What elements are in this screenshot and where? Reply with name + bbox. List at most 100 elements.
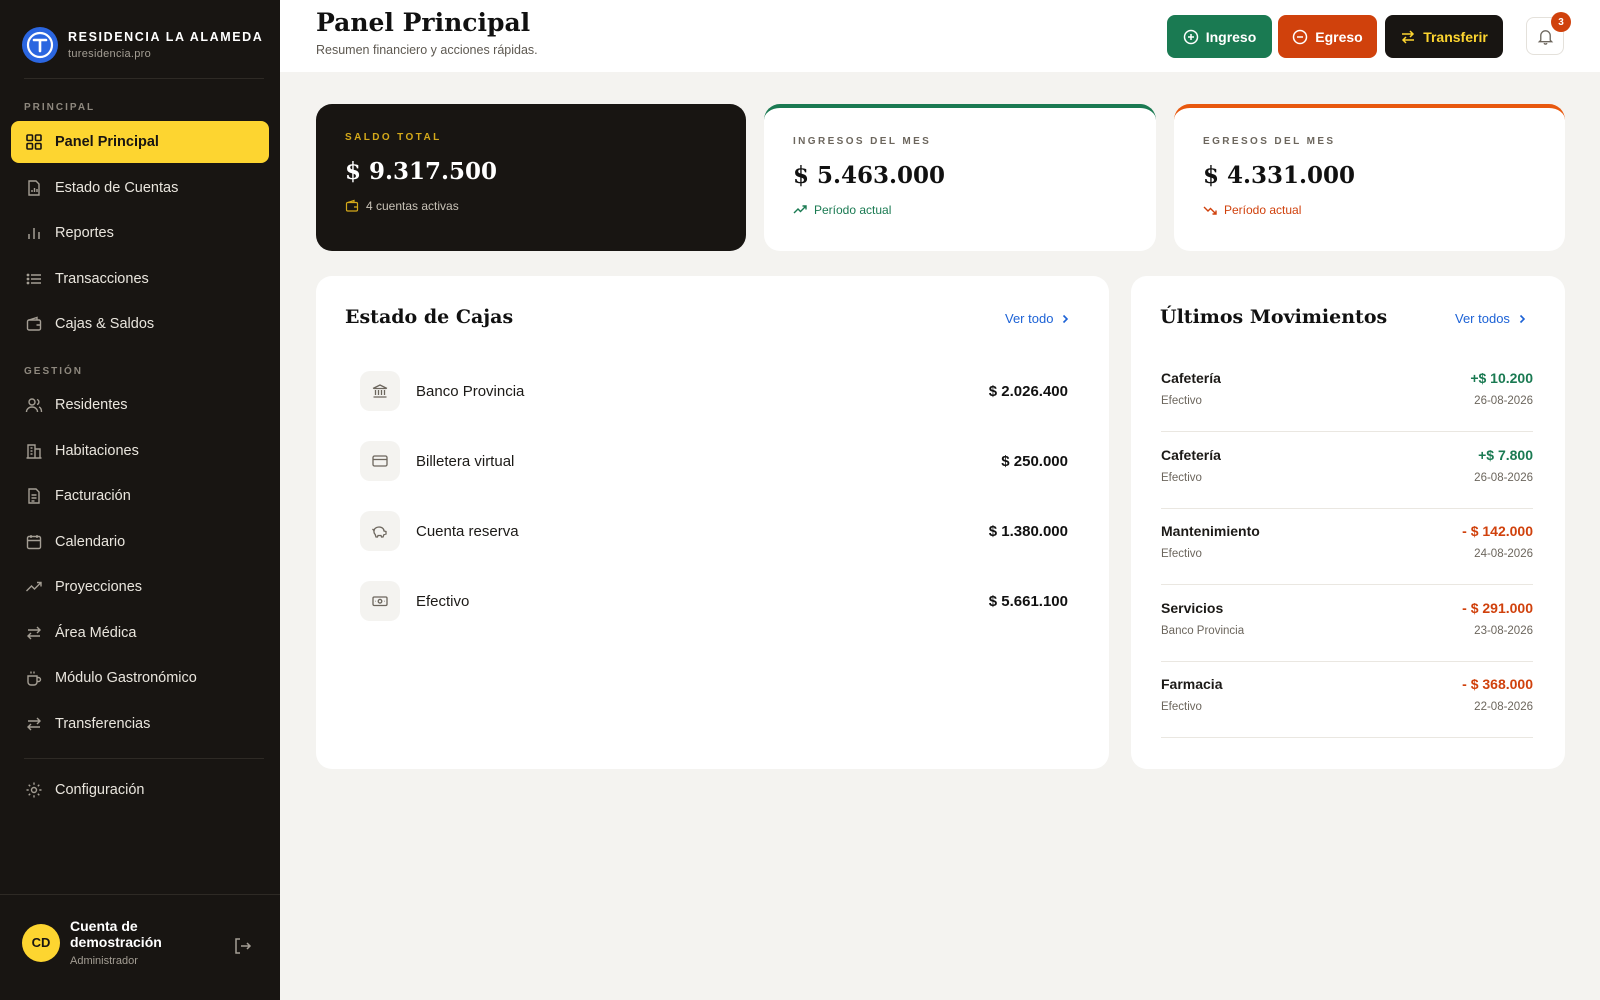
brand-logo-icon [22,27,58,63]
movement-row[interactable]: Cafetería Efectivo +$ 10.200 26-08-2026 [1161,356,1533,432]
cuentas-activas: 4 cuentas activas [366,199,459,213]
sidebar-item-label: Transferencias [55,716,151,732]
ver-todos-link[interactable]: Ver todos [1455,311,1528,326]
caja-row[interactable]: Efectivo $ 5.661.100 [360,581,1068,621]
transferir-label: Transferir [1423,28,1488,45]
coffee-icon [27,671,42,686]
movement-date: 22-08-2026 [1474,701,1533,713]
section-principal-label: PRINCIPAL [24,102,96,113]
caja-amount: $ 5.661.100 [988,592,1068,610]
movement-amount: - $ 291.000 [1462,600,1533,616]
movement-amount: - $ 142.000 [1462,523,1533,539]
movement-date: 24-08-2026 [1474,548,1533,560]
logout-icon[interactable] [232,936,252,956]
sidebar-item-facturacion[interactable]: Facturación [11,475,269,517]
sidebar-item-area-medica[interactable]: Área Médica [11,612,269,654]
caja-row[interactable]: Billetera virtual $ 250.000 [360,441,1068,481]
piggy-bank-icon [372,526,387,538]
movement-amount: +$ 7.800 [1478,447,1533,463]
trend-up-icon [26,581,42,592]
sidebar-item-proyecciones[interactable]: Proyecciones [11,566,269,608]
brand[interactable]: RESIDENCIA LA ALAMEDA turesidencia.pro [22,27,263,63]
ver-todo-label: Ver todo [1005,311,1054,326]
caja-row[interactable]: Banco Provincia $ 2.026.400 [360,371,1068,411]
transferir-button[interactable]: Transferir [1385,15,1503,58]
movement-date: 23-08-2026 [1474,625,1533,637]
sidebar-divider [24,758,264,759]
movement-row[interactable]: Farmacia Efectivo - $ 368.000 22-08-2026 [1161,662,1533,738]
arrows-icon [1402,29,1415,44]
sidebar-item-label: Configuración [55,782,145,798]
sidebar-item-transacciones[interactable]: Transacciones [11,258,269,300]
list-icon [26,273,41,285]
saldo-total-value: $ 9.317.500 [345,158,498,185]
user-role: Administrador [70,955,138,967]
sidebar-item-habitaciones[interactable]: Habitaciones [11,430,269,472]
caja-amount: $ 2.026.400 [988,382,1068,400]
users-icon [25,398,43,413]
sidebar-item-estado-de-cuentas[interactable]: Estado de Cuentas [11,167,269,209]
stat-label: SALDO TOTAL [345,132,442,143]
sidebar-item-transferencias[interactable]: Transferencias [11,703,269,745]
sidebar-item-label: Módulo Gastronómico [55,670,197,686]
brand-url: turesidencia.pro [68,48,152,60]
saldo-total-card: SALDO TOTAL $ 9.317.500 4 cuentas activa… [316,104,746,251]
user-profile[interactable]: CD Cuenta de demostración Administrador [22,918,180,967]
movement-amount: - $ 368.000 [1462,676,1533,692]
sidebar-item-residentes[interactable]: Residentes [11,384,269,426]
plus-circle-icon [1183,29,1198,44]
movement-date: 26-08-2026 [1474,395,1533,407]
wallet-icon [26,316,42,331]
user-name: Cuenta de demostración [70,918,162,950]
ingreso-label: Ingreso [1205,28,1257,45]
caja-name: Banco Provincia [416,382,525,400]
sidebar: RESIDENCIA LA ALAMEDA turesidencia.pro P… [0,0,280,1000]
sidebar-item-label: Habitaciones [55,443,139,459]
ultimos-movimientos-panel: Últimos Movimientos Ver todos Cafetería … [1131,276,1565,769]
sidebar-item-cajas-saldos[interactable]: Cajas & Saldos [11,303,269,345]
movement-row[interactable]: Cafetería Efectivo +$ 7.800 26-08-2026 [1161,433,1533,509]
sidebar-item-reportes[interactable]: Reportes [11,212,269,254]
sidebar-item-label: Cajas & Saldos [55,316,155,332]
bell-icon [1537,29,1553,45]
movement-account: Efectivo [1161,395,1202,407]
ingreso-button[interactable]: Ingreso [1167,15,1272,58]
ver-todos-label: Ver todos [1455,311,1510,326]
invoice-icon [28,488,40,504]
movement-row[interactable]: Servicios Banco Provincia - $ 291.000 23… [1161,586,1533,662]
card-icon [372,455,388,467]
sidebar-item-calendario[interactable]: Calendario [11,521,269,563]
sidebar-divider [0,894,280,895]
avatar: CD [22,923,60,962]
caja-amount: $ 1.380.000 [988,522,1068,540]
estado-cajas-panel: Estado de Cajas Ver todo Banco Provincia… [316,276,1109,769]
estado-cajas-title: Estado de Cajas [345,306,514,328]
arrows-icon [27,626,41,640]
caja-row[interactable]: Cuenta reserva $ 1.380.000 [360,511,1068,551]
sidebar-item-modulo-gastronomico[interactable]: Módulo Gastronómico [11,657,269,699]
trend-up-icon [793,205,807,214]
egreso-label: Egreso [1315,28,1363,45]
ver-todo-link[interactable]: Ver todo [1005,311,1071,326]
wallet-icon [345,199,359,212]
movement-row[interactable]: Mantenimiento Efectivo - $ 142.000 24-08… [1161,509,1533,585]
minus-circle-icon [1293,29,1308,44]
bank-icon [372,384,388,398]
section-gestion-label: GESTIÓN [24,366,84,377]
notification-badge: 3 [1551,12,1571,32]
movement-account: Efectivo [1161,548,1202,560]
movement-name: Servicios [1161,600,1224,616]
movement-name: Farmacia [1161,676,1223,692]
sidebar-item-label: Facturación [55,488,131,504]
movement-name: Mantenimiento [1161,523,1260,539]
egreso-button[interactable]: Egreso [1278,15,1377,58]
sidebar-item-label: Residentes [55,397,128,413]
trend-down-icon [1203,206,1217,215]
top-header: Panel Principal Resumen financiero y acc… [280,0,1600,72]
stat-label: INGRESOS DEL MES [793,136,932,147]
report-icon [28,180,40,196]
sidebar-item-panel-principal[interactable]: Panel Principal [11,121,269,163]
sidebar-item-configuracion[interactable]: Configuración [11,769,269,811]
caja-amount: $ 250.000 [1001,452,1068,470]
movement-name: Cafetería [1161,370,1221,386]
